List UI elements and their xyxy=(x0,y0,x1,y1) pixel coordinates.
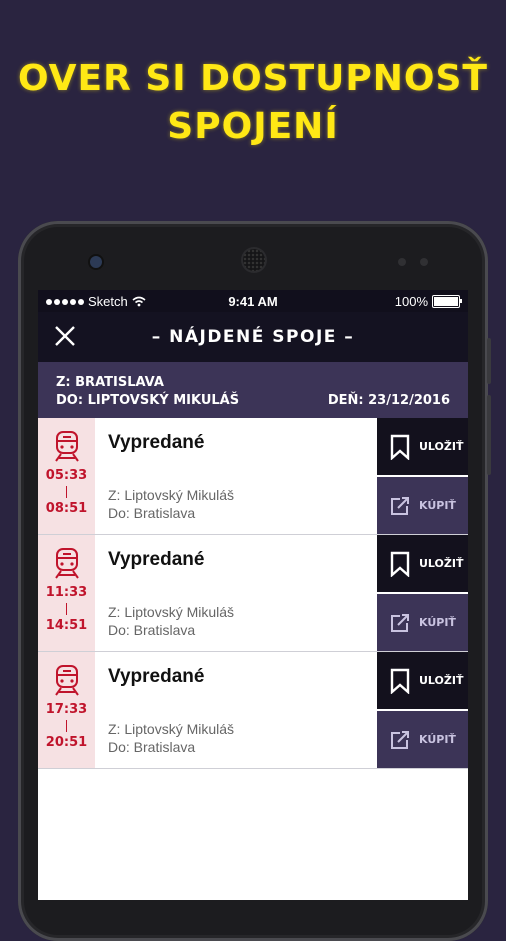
battery-info: 100% xyxy=(394,294,462,309)
bookmark-icon xyxy=(390,668,410,694)
bookmark-icon xyxy=(390,434,410,460)
route-to: DO: LIPTOVSKÝ MIKULÁŠ xyxy=(56,393,240,408)
time-separator xyxy=(66,486,67,498)
external-link-icon xyxy=(391,613,409,632)
nav-bar: – NÁJDENÉ SPOJE – xyxy=(38,312,468,362)
phone-speaker xyxy=(243,249,265,271)
save-label: ULOŽIŤ xyxy=(419,674,464,687)
departure-time: 11:33 xyxy=(45,585,88,600)
buy-button[interactable]: KÚPIŤ xyxy=(377,594,468,651)
row-actions: ULOŽIŤ KÚPIŤ xyxy=(377,535,468,651)
buy-button[interactable]: KÚPIŤ xyxy=(377,477,468,534)
status-bar: Sketch 9:41 AM 100% xyxy=(38,290,468,312)
save-label: ULOŽIŤ xyxy=(419,557,464,570)
save-button[interactable]: ULOŽIŤ xyxy=(377,535,468,592)
connection-from: Z: Liptovský Mikuláš xyxy=(108,487,235,503)
time-column: 17:33 20:51 xyxy=(38,652,95,768)
train-icon xyxy=(54,431,79,462)
train-icon xyxy=(54,548,79,579)
promo-headline: OVER SI DOSTUPNOSŤ SPOJENÍ xyxy=(0,55,506,151)
battery-icon xyxy=(432,295,462,308)
connection-to: Do: Bratislava xyxy=(108,622,196,638)
availability-status: Vypredané xyxy=(108,666,205,687)
phone-sensor xyxy=(398,258,406,266)
arrival-time: 08:51 xyxy=(45,501,88,516)
phone-sensor xyxy=(420,258,428,266)
departure-time: 05:33 xyxy=(45,468,88,483)
connection-row[interactable]: 11:33 14:51 Vypredané Z: Liptovský Mikul… xyxy=(38,535,468,652)
time-separator xyxy=(66,720,67,732)
time-column: 05:33 08:51 xyxy=(38,418,95,534)
time-column: 11:33 14:51 xyxy=(38,535,95,651)
save-label: ULOŽIŤ xyxy=(419,440,464,453)
buy-label: KÚPIŤ xyxy=(419,616,456,629)
external-link-icon xyxy=(391,730,409,749)
route-date: DEŇ: 23/12/2016 xyxy=(327,393,450,408)
row-actions: ULOŽIŤ KÚPIŤ xyxy=(377,418,468,534)
buy-button[interactable]: KÚPIŤ xyxy=(377,711,468,768)
route-from: Z: BRATISLAVA xyxy=(56,375,164,390)
connection-row[interactable]: 17:33 20:51 Vypredané Z: Liptovský Mikul… xyxy=(38,652,468,769)
front-camera xyxy=(90,256,102,268)
departure-time: 17:33 xyxy=(45,702,88,717)
save-button[interactable]: ULOŽIŤ xyxy=(377,418,468,475)
save-button[interactable]: ULOŽIŤ xyxy=(377,652,468,709)
time-separator xyxy=(66,603,67,615)
availability-status: Vypredané xyxy=(108,432,205,453)
page-title: – NÁJDENÉ SPOJE – xyxy=(151,327,355,347)
buy-label: KÚPIŤ xyxy=(419,733,456,746)
connection-row[interactable]: 05:33 08:51 Vypredané Z: Liptovský Mikul… xyxy=(38,418,468,535)
route-summary: Z: BRATISLAVA DO: LIPTOVSKÝ MIKULÁŠ DEŇ:… xyxy=(38,362,468,418)
connection-from: Z: Liptovský Mikuláš xyxy=(108,721,235,737)
external-link-icon xyxy=(391,496,409,515)
train-icon xyxy=(54,665,79,696)
buy-label: KÚPIŤ xyxy=(419,499,456,512)
battery-percent: 100% xyxy=(394,294,428,309)
connection-from: Z: Liptovský Mikuláš xyxy=(108,604,235,620)
availability-status: Vypredané xyxy=(108,549,205,570)
connection-list: 05:33 08:51 Vypredané Z: Liptovský Mikul… xyxy=(38,418,468,769)
arrival-time: 20:51 xyxy=(45,735,88,750)
connection-to: Do: Bratislava xyxy=(108,505,196,521)
arrival-time: 14:51 xyxy=(45,618,88,633)
phone-volume-button xyxy=(487,395,491,475)
promo-headline-line2: SPOJENÍ xyxy=(167,106,339,147)
phone-side-button xyxy=(487,338,491,384)
connection-to: Do: Bratislava xyxy=(108,739,196,755)
promo-headline-line1: OVER SI DOSTUPNOSŤ xyxy=(17,58,488,99)
bookmark-icon xyxy=(390,551,410,577)
app-screen: Sketch 9:41 AM 100% – NÁJDENÉ SPOJE – Z:… xyxy=(38,290,468,900)
row-actions: ULOŽIŤ KÚPIŤ xyxy=(377,652,468,768)
